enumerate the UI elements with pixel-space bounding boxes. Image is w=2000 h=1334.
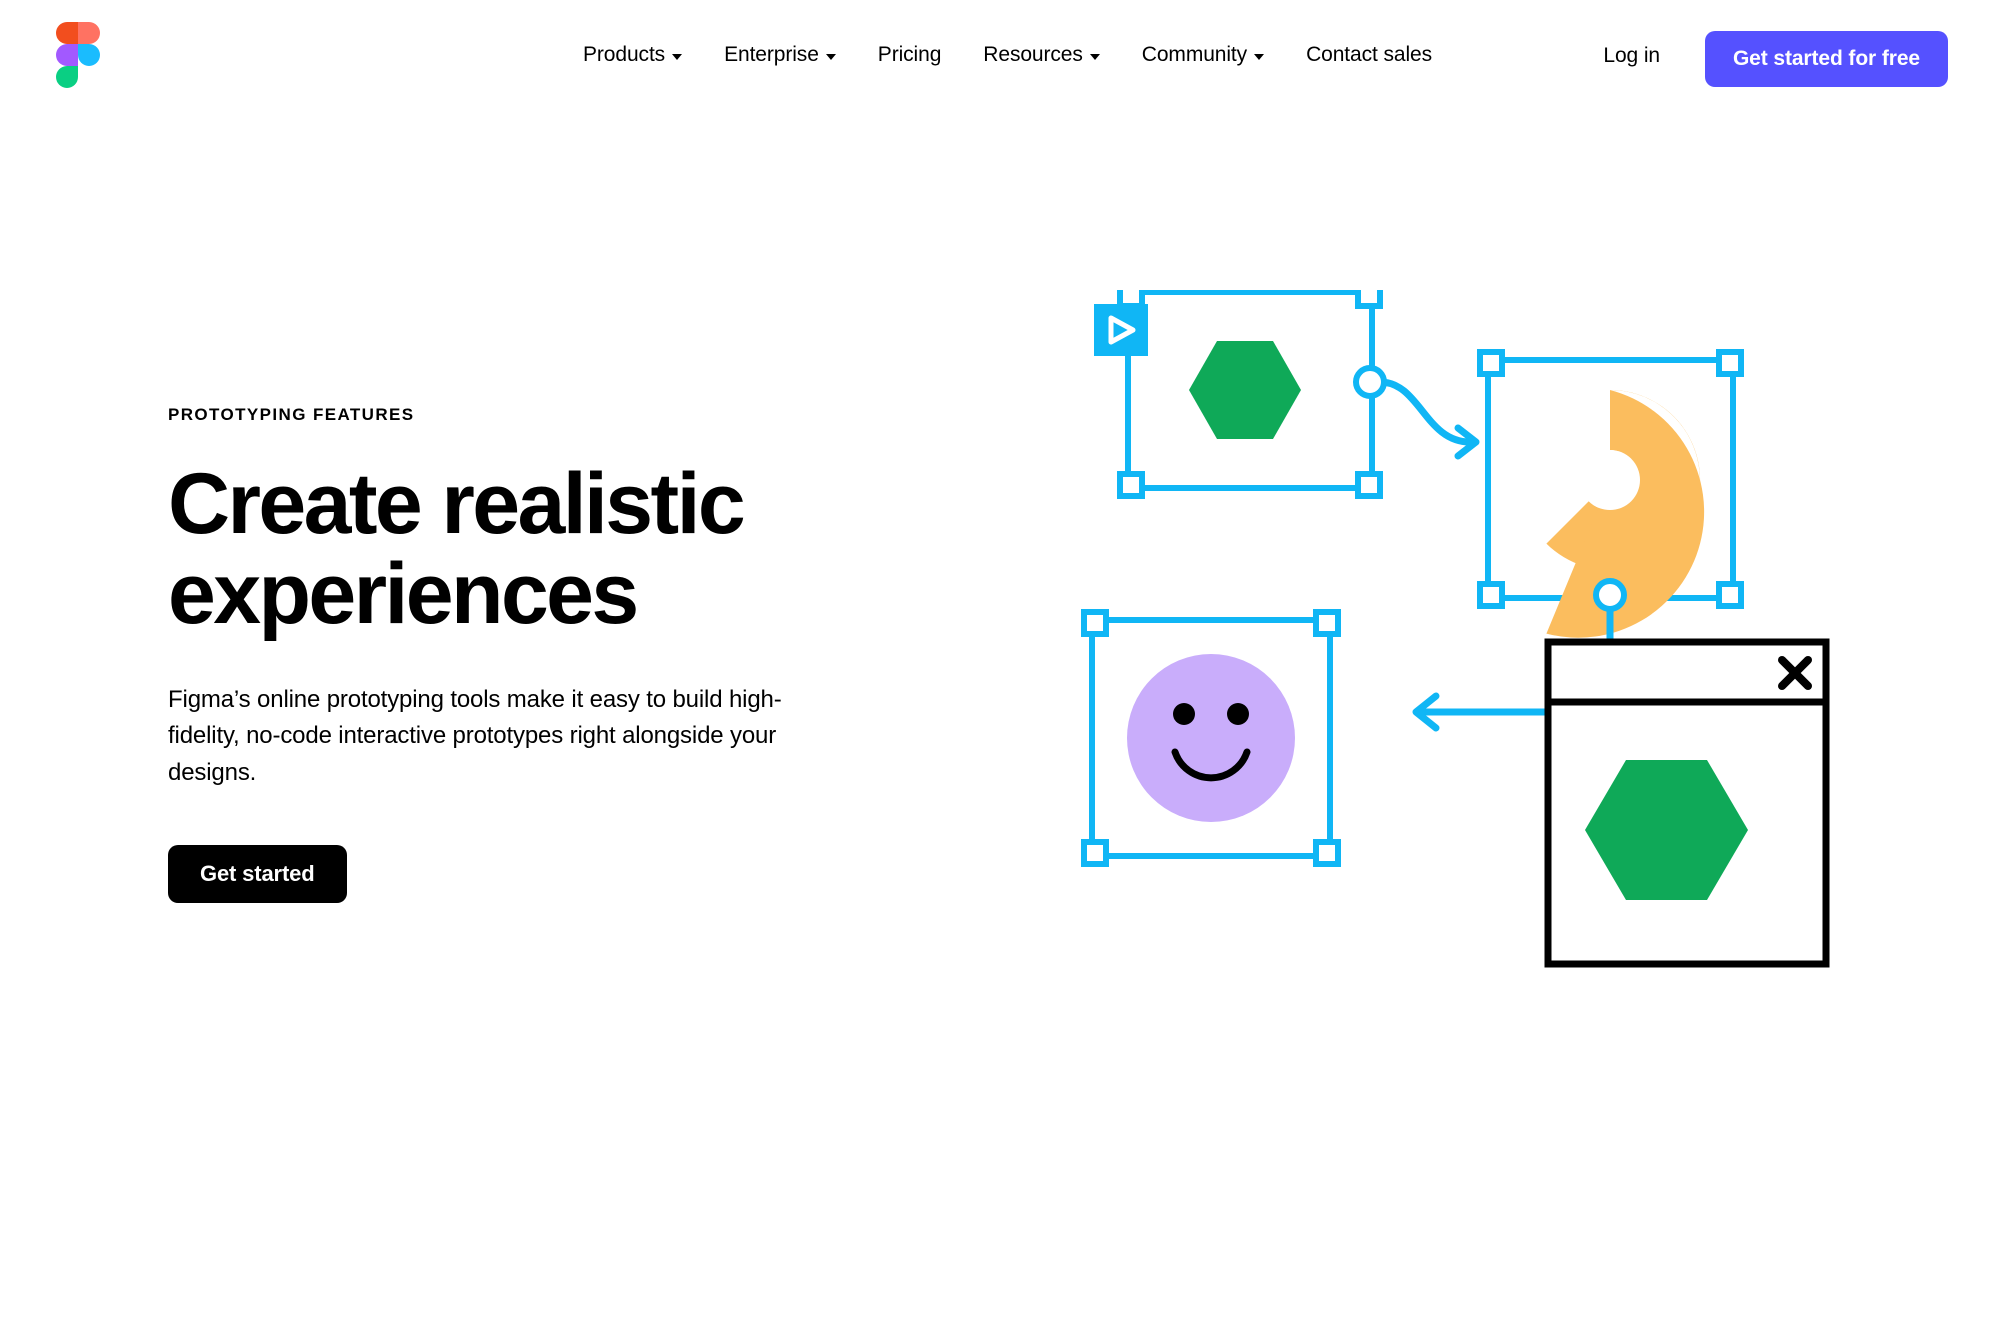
interaction-node-bottom: [1593, 578, 1627, 612]
hexagon-shape: [1189, 341, 1301, 439]
connector-modal-to-smiley: [1412, 692, 1554, 732]
nav-label-contact-sales: Contact sales: [1306, 43, 1433, 66]
smiley-frame[interactable]: [1081, 609, 1341, 867]
resize-handle-bl: [1117, 471, 1145, 499]
resize-handle-tl: [1081, 609, 1109, 637]
hero-paragraph: Figma’s online prototyping tools make it…: [168, 685, 782, 786]
figma-logo-icon[interactable]: [56, 22, 100, 88]
main-navigation: Products Enterprise Pricing Resources Co…: [562, 44, 1453, 65]
page-title: Create realistic experiences: [168, 456, 746, 643]
nav-label-resources: Resources: [983, 43, 1083, 66]
chevron-down-icon: [672, 53, 683, 60]
smiley-face-shape: [1127, 654, 1295, 822]
get-started-button[interactable]: Get started: [168, 845, 347, 903]
resize-handle-tr: [1313, 609, 1341, 637]
resize-handle-tl: [1117, 290, 1145, 309]
resize-handle-tl: [1477, 349, 1505, 377]
hero-copy: PROTOTYPING FEATURES Create realistic ex…: [168, 405, 868, 903]
resize-handle-br: [1716, 581, 1744, 609]
modal-window[interactable]: [1544, 638, 1830, 968]
nav-label-community: Community: [1141, 43, 1248, 66]
eyebrow-label: PROTOTYPING FEATURES: [168, 405, 415, 424]
nav-item-products[interactable]: Products: [562, 44, 703, 65]
login-link[interactable]: Log in: [1603, 44, 1660, 68]
chevron-down-icon: [1254, 53, 1265, 60]
nav-item-resources[interactable]: Resources: [962, 44, 1120, 65]
get-started-for-free-button[interactable]: Get started for free: [1704, 31, 1948, 87]
resize-handle-br: [1313, 839, 1341, 867]
smiley-eye-right: [1227, 703, 1249, 725]
resize-handle-tr: [1716, 349, 1744, 377]
resize-handle-tr: [1355, 290, 1383, 309]
play-badge-icon[interactable]: [1094, 304, 1148, 356]
resize-handle-br: [1355, 471, 1383, 499]
smiley-eye-left: [1173, 703, 1195, 725]
hexagon-frame[interactable]: [1094, 290, 1387, 499]
prototyping-illustration: [1080, 290, 1880, 1030]
nav-label-pricing: Pricing: [877, 43, 942, 66]
interaction-node-right: [1353, 365, 1387, 399]
nav-label-enterprise: Enterprise: [724, 43, 819, 66]
arc-frame[interactable]: [1477, 349, 1744, 638]
nav-item-pricing[interactable]: Pricing: [857, 44, 963, 65]
nav-label-products: Products: [583, 43, 666, 66]
nav-item-enterprise[interactable]: Enterprise: [703, 44, 857, 65]
chevron-down-icon: [1089, 53, 1100, 60]
nav-item-community[interactable]: Community: [1121, 44, 1285, 65]
resize-handle-bl: [1081, 839, 1109, 867]
resize-handle-bl: [1477, 581, 1505, 609]
connector-hexagon-to-arc: [1376, 378, 1480, 460]
chevron-down-icon: [825, 53, 836, 60]
nav-item-contact-sales[interactable]: Contact sales: [1285, 44, 1453, 65]
site-header: Products Enterprise Pricing Resources Co…: [0, 0, 2000, 130]
